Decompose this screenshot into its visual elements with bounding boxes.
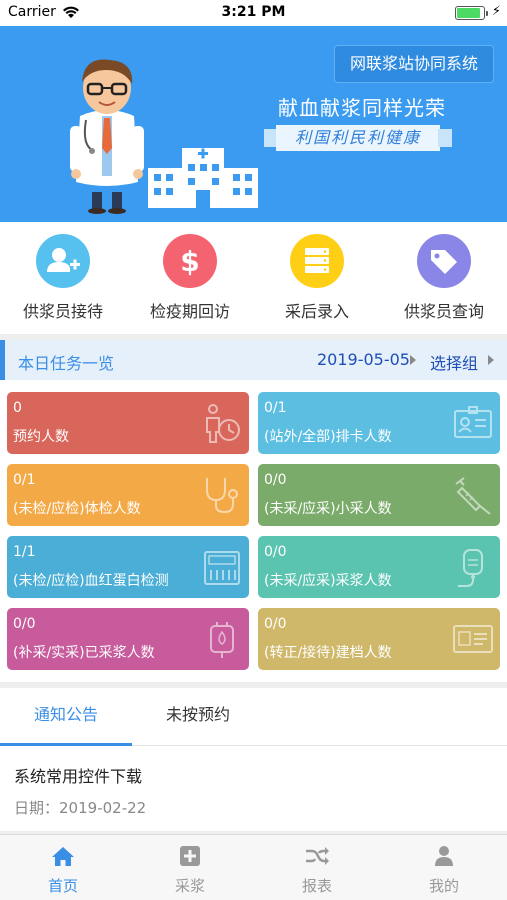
notice-date: 2019-02-22 (59, 799, 147, 817)
nav-home[interactable]: 首页 (0, 845, 126, 896)
dollar-icon: $ (163, 234, 217, 288)
notice-date-label: 日期： (14, 799, 60, 817)
home-icon (52, 847, 74, 866)
card-count: 0/0 (264, 472, 287, 488)
stethoscope-icon (206, 478, 238, 514)
nav-label: 采浆 (174, 877, 205, 895)
card-hemoglobin-test[interactable]: 1/1 (未检/应检)血红蛋白检测 (7, 536, 249, 598)
action-label: 供浆员查询 (403, 302, 484, 321)
card-collected-plasma[interactable]: 0/0 (补采/实采)已采浆人数 (7, 608, 249, 670)
date-selector[interactable]: 2019-05-05 (317, 350, 410, 369)
card-label: (未检/应检)血红蛋白检测 (13, 573, 169, 589)
id-card-icon (453, 625, 493, 653)
tab-missed-appointments[interactable]: 未按预约 (132, 688, 264, 746)
card-label: (未采/应采)采浆人数 (264, 573, 392, 589)
action-label: 供浆员接待 (22, 302, 103, 321)
card-label: (补采/实采)已采浆人数 (13, 645, 155, 661)
caret-right-icon (410, 355, 416, 365)
group-selector[interactable]: 选择组 (430, 350, 478, 374)
nav-label: 首页 (47, 877, 78, 895)
banner-slogan: 献血献浆同样光荣 (278, 96, 446, 120)
nav-profile[interactable]: 我的 (381, 845, 507, 896)
caret-right-icon (488, 355, 494, 365)
task-overview-title: 本日任务一览 (18, 354, 115, 373)
quick-actions: 供浆员接待 $ 检疫期回访 采后录入 供浆员查询 (0, 222, 507, 334)
svg-text:$: $ (180, 245, 199, 278)
card-count: 0/0 (264, 616, 287, 632)
nav-label: 报表 (301, 877, 332, 895)
server-icon (290, 234, 344, 288)
card-count: 0 (13, 400, 22, 416)
plasma-bag-icon (458, 549, 483, 587)
charging-icon: ⚡ (491, 4, 501, 19)
card-count: 0/0 (13, 616, 36, 632)
person-clock-icon (206, 404, 240, 443)
status-bar: Carrier 3:21 PM ⚡ (0, 0, 507, 26)
action-donor-reception[interactable]: 供浆员接待 (0, 234, 126, 330)
banner-ribbon: 利国利民利健康 (264, 125, 452, 151)
nav-reports[interactable]: 报表 (254, 845, 380, 896)
card-small-collection[interactable]: 0/0 (未采/应采)小采人数 (258, 464, 500, 526)
card-record-creation[interactable]: 0/0 (转正/接待)建档人数 (258, 608, 500, 670)
action-quarantine-followup[interactable]: $ 检疫期回访 (127, 234, 253, 330)
nav-collection[interactable]: 采浆 (127, 845, 253, 896)
notice-tabs: 通知公告 未按预约 (0, 688, 507, 746)
blood-bag-icon (210, 622, 234, 658)
clock: 3:21 PM (221, 4, 286, 20)
id-badge-icon (454, 406, 492, 438)
tab-notices[interactable]: 通知公告 (0, 688, 132, 746)
card-queue-cards[interactable]: 0/1 (站外/全部)排卡人数 (258, 392, 500, 454)
card-label: (站外/全部)排卡人数 (264, 429, 392, 445)
card-count: 0/0 (264, 544, 287, 560)
card-physical-exam[interactable]: 0/1 (未检/应检)体检人数 (7, 464, 249, 526)
card-count: 0/1 (13, 472, 36, 488)
banner-subslogan: 利国利民利健康 (276, 125, 440, 151)
accent-bar (0, 340, 5, 380)
bottom-nav: 首页 采浆 报表 我的 (0, 834, 507, 900)
syringe-icon (455, 477, 491, 515)
shuffle-icon (306, 847, 329, 865)
user-icon (435, 846, 453, 866)
battery-icon (455, 6, 488, 20)
hospital-illustration (148, 148, 258, 208)
card-count: 0/1 (264, 400, 287, 416)
action-label: 采后录入 (284, 302, 349, 321)
task-cards: 0 预约人数 0/1 (站外/全部)排卡人数 0/1 (未检/应检)体检人数 0… (0, 384, 507, 680)
card-count: 1/1 (13, 544, 36, 560)
analyzer-icon (204, 551, 240, 585)
task-overview-header: 本日任务一览 2019-05-05 选择组 (0, 340, 507, 380)
card-label: (未采/应采)小采人数 (264, 501, 392, 517)
tag-icon (417, 234, 471, 288)
doctor-illustration (70, 59, 144, 214)
card-label: (未检/应检)体检人数 (13, 501, 141, 517)
hero-banner: 网联浆站协同系统 献血献浆同样光荣 利国利民利健康 (0, 26, 507, 222)
card-label: (转正/接待)建档人数 (264, 645, 392, 661)
notice-date-row: 日期：2019-02-22 (14, 797, 146, 818)
card-plasma-collection[interactable]: 0/0 (未采/应采)采浆人数 (258, 536, 500, 598)
notice-item[interactable]: 系统常用控件下载 日期：2019-02-22 (0, 747, 507, 831)
action-donor-query[interactable]: 供浆员查询 (381, 234, 507, 330)
add-user-icon (36, 234, 90, 288)
card-appointments[interactable]: 0 预约人数 (7, 392, 249, 454)
card-label: 预约人数 (13, 429, 69, 445)
action-label: 检疫期回访 (149, 302, 230, 321)
nav-label: 我的 (428, 877, 459, 895)
plus-square-icon (180, 846, 200, 866)
system-name-button[interactable]: 网联浆站协同系统 (334, 45, 494, 83)
notice-title[interactable]: 系统常用控件下载 (14, 763, 142, 787)
action-post-collection-entry[interactable]: 采后录入 (254, 234, 380, 330)
